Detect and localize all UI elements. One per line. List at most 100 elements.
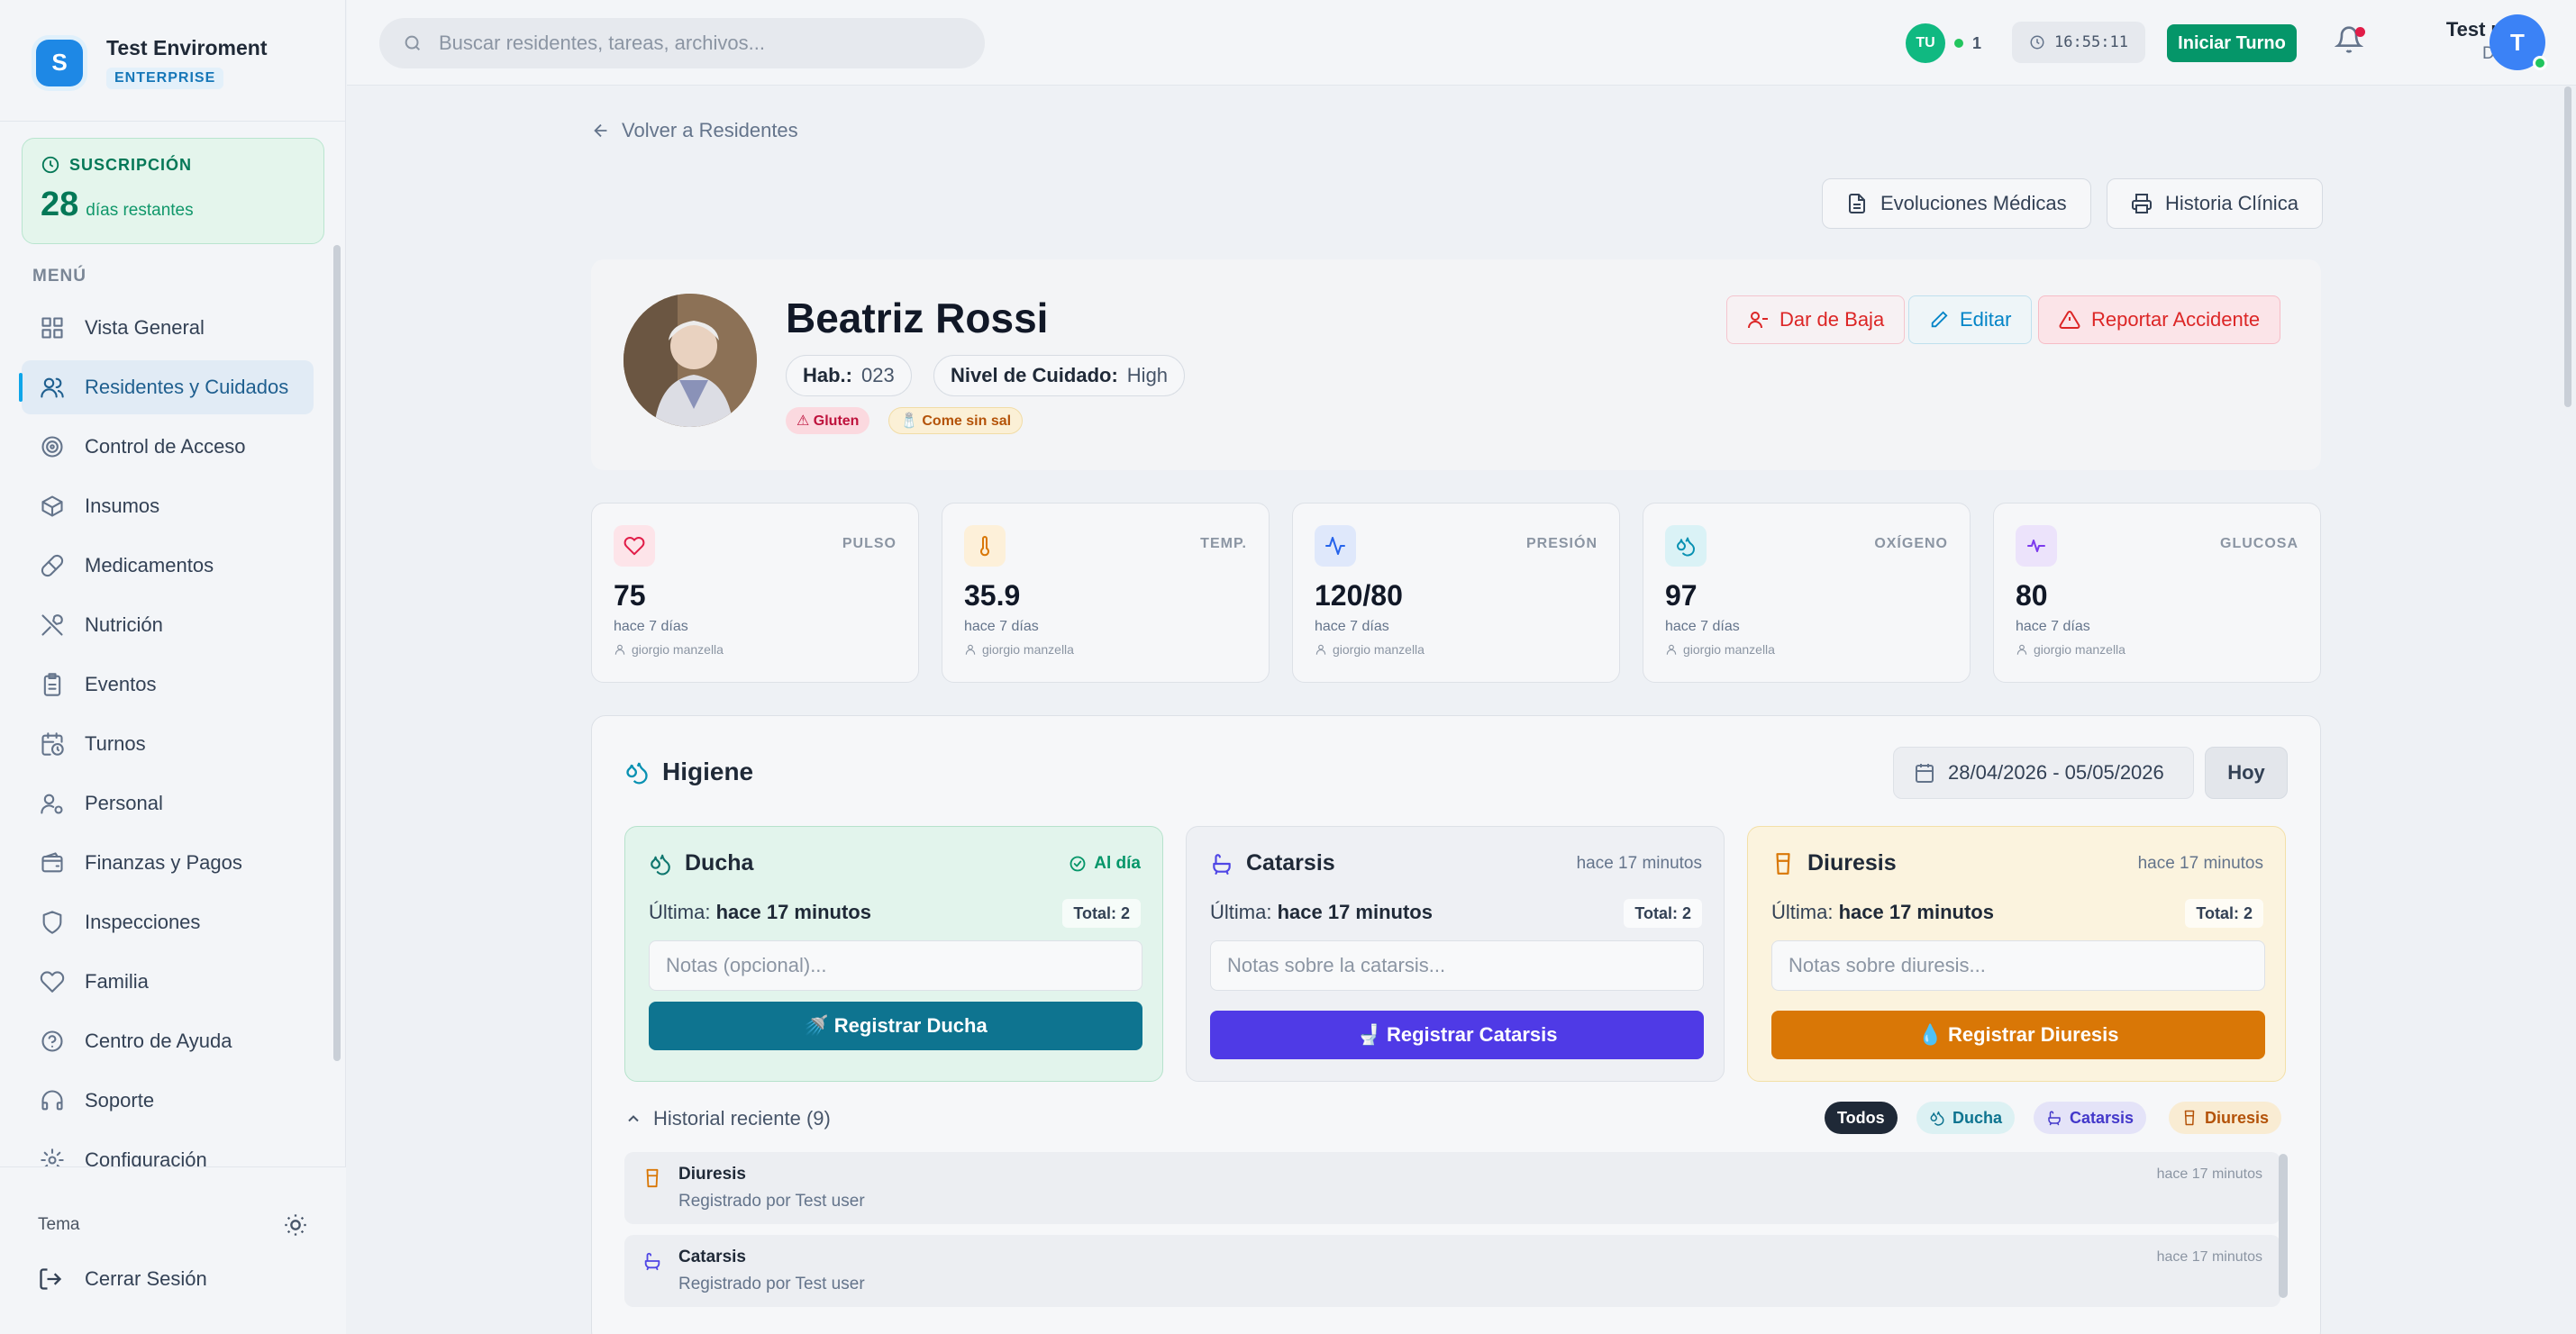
register-ducha-button[interactable]: 🚿 Registrar Ducha xyxy=(649,1002,1142,1050)
history-item-title: Catarsis xyxy=(678,1248,746,1266)
subscription-title: SUSCRIPCIÓN xyxy=(69,155,193,174)
filter-catarsis[interactable]: Catarsis xyxy=(2034,1102,2147,1134)
discharge-button[interactable]: Dar de Baja xyxy=(1726,295,1906,344)
search-input[interactable] xyxy=(439,32,943,55)
back-link[interactable]: Volver a Residentes xyxy=(591,119,798,142)
sun-icon[interactable] xyxy=(283,1212,308,1238)
main-scrollbar[interactable] xyxy=(2564,86,2571,407)
user-icon xyxy=(614,644,625,655)
sidebar-item-familia[interactable]: Familia xyxy=(22,955,314,1009)
printer-icon xyxy=(2132,194,2152,213)
vital-card-presión[interactable]: PRESIÓN 120/80 hace 7 días giorgio manzella xyxy=(1292,503,1620,683)
search-bar[interactable] xyxy=(379,18,985,68)
sidebar-item-vista-general[interactable]: Vista General xyxy=(22,301,314,355)
medical-evolutions-label: Evoluciones Médicas xyxy=(1880,192,2067,214)
sidebar-item-label: Finanzas y Pagos xyxy=(85,851,242,874)
logout-button[interactable]: Cerrar Sesión xyxy=(38,1266,207,1292)
filter-diuresis[interactable]: Diuresis xyxy=(2169,1102,2282,1134)
vital-value: 75 xyxy=(614,579,646,612)
sidebar-divider xyxy=(0,121,346,122)
history-item-time: hace 17 minutos xyxy=(2156,1166,2262,1182)
headset-icon xyxy=(41,1090,63,1111)
vital-user: giorgio manzella xyxy=(964,642,1074,657)
hygiene-card-ducha: Ducha Al día Última: hace 17 minutos Total:… xyxy=(624,826,1163,1082)
sidebar-item-nutricion[interactable]: Nutrición xyxy=(22,598,314,652)
topbar: TU 1 16:55:11 Iniciar Turno Test user Du… xyxy=(347,0,2576,86)
avatar[interactable]: T xyxy=(2490,14,2547,70)
notes-input[interactable] xyxy=(1210,940,1704,991)
sidebar-item-soporte[interactable]: Soporte xyxy=(22,1074,314,1128)
sidebar-item-insumos[interactable]: Insumos xyxy=(22,479,314,533)
hygiene-card-title: Diuresis xyxy=(1771,850,1897,876)
vital-user: giorgio manzella xyxy=(1315,642,1425,657)
vital-card-oxígeno[interactable]: OXÍGENO 97 hace 7 días giorgio manzella xyxy=(1643,503,1971,683)
hygiene-card-title: Catarsis xyxy=(1210,850,1335,876)
sidebar-item-control-de-acceso[interactable]: Control de Acceso xyxy=(22,420,314,474)
resident-name: Beatriz Rossi xyxy=(786,295,1049,341)
sidebar-item-residentes-y-cuidados[interactable]: Residentes y Cuidados xyxy=(19,360,314,414)
vital-icon-wrap xyxy=(1315,525,1356,567)
care-level-value: High xyxy=(1126,364,1169,386)
online-users[interactable]: TU 1 xyxy=(1906,23,1981,63)
vital-card-temp[interactable]: TEMP. 35.9 hace 7 días giorgio manzella xyxy=(942,503,1270,683)
shield-icon xyxy=(42,911,62,934)
sidebar-scrollbar[interactable] xyxy=(333,245,341,1061)
sidebar-item-inspecciones[interactable]: Inspecciones xyxy=(22,895,314,949)
list-item[interactable]: Catarsis Registrado por Test user hace 17 … xyxy=(624,1235,2280,1307)
sidebar-item-centro-de-ayuda[interactable]: Centro de Ayuda xyxy=(22,1014,314,1068)
history-toggle[interactable]: Historial reciente (9) xyxy=(624,1107,831,1130)
pencil-icon xyxy=(1931,311,1948,328)
sidebar-item-turnos[interactable]: Turnos xyxy=(22,717,314,771)
hygiene-card-diuresis: Diuresis hace 17 minutos Última: hace 17 m… xyxy=(1747,826,2286,1082)
list-item[interactable]: Diuresis Registrado por Test user hace 17 … xyxy=(624,1152,2280,1224)
history-item-title: Diuresis xyxy=(678,1165,746,1184)
droplets-icon xyxy=(651,854,670,875)
start-shift-button[interactable]: Iniciar Turno xyxy=(2167,24,2297,62)
sidebar-item-medicamentos[interactable]: Medicamentos xyxy=(22,539,314,593)
vital-icon-wrap xyxy=(1665,525,1707,567)
vital-user-name: giorgio manzella xyxy=(1683,642,1775,657)
last-label: Última: xyxy=(1771,901,1834,923)
vital-card-glucosa[interactable]: GLUCOSA 80 hace 7 días giorgio manzella xyxy=(1993,503,2321,683)
vital-card-pulso[interactable]: PULSO 75 hace 7 días giorgio manzella xyxy=(591,503,919,683)
history-scrollbar[interactable] xyxy=(2279,1154,2288,1298)
clock-icon xyxy=(41,156,59,174)
subscription-card: SUSCRIPCIÓN 28 días restantes xyxy=(22,138,324,244)
last-value: hace 17 minutos xyxy=(1838,901,1994,923)
sidebar-item-personal[interactable]: Personal xyxy=(22,776,314,830)
filter-todos[interactable]: Todos xyxy=(1825,1102,1898,1134)
sidebar-item-finanzas-y-pagos[interactable]: Finanzas y Pagos xyxy=(22,836,314,890)
room-label: Hab.: xyxy=(803,364,852,386)
sidebar-item-eventos[interactable]: Eventos xyxy=(22,658,314,712)
register-diuresis-button[interactable]: 💧 Registrar Diuresis xyxy=(1771,1011,2265,1059)
edit-button[interactable]: Editar xyxy=(1908,295,2033,344)
today-button[interactable]: Hoy xyxy=(2205,747,2288,799)
report-accident-button[interactable]: Reportar Accidente xyxy=(2038,295,2281,344)
calendar-icon xyxy=(1916,764,1934,783)
notification-dot xyxy=(2355,27,2365,37)
vital-label: PRESIÓN xyxy=(1525,536,1597,551)
clinical-history-button[interactable]: Historia Clínica xyxy=(2107,178,2323,229)
filter-ducha[interactable]: Ducha xyxy=(1916,1102,2016,1134)
status-dot xyxy=(2533,56,2547,70)
vital-icon-wrap xyxy=(614,525,655,567)
brand[interactable]: S Test Enviroment ENTERPRISE xyxy=(36,36,268,89)
register-catarsis-button[interactable]: 🚽 Registrar Catarsis xyxy=(1210,1011,1704,1059)
date-range-picker[interactable]: 28/04/2026 - 05/05/2026 xyxy=(1893,747,2194,799)
users-icon xyxy=(41,377,64,398)
notes-input[interactable] xyxy=(1771,940,2265,991)
activity-icon xyxy=(1325,537,1345,555)
medical-evolutions-button[interactable]: Evoluciones Médicas xyxy=(1822,178,2091,229)
user-icon xyxy=(1315,644,1326,655)
help-circle-icon xyxy=(41,1030,63,1052)
plan-badge: ENTERPRISE xyxy=(106,68,224,89)
sidebar-item-label: Vista General xyxy=(85,316,205,339)
user-minus-icon xyxy=(1748,312,1768,329)
vital-time: hace 7 días xyxy=(1315,619,1389,634)
pulse-icon xyxy=(2027,540,2045,552)
cup-icon xyxy=(1776,852,1790,875)
notifications-button[interactable] xyxy=(2335,25,2367,58)
check-circle-icon xyxy=(1070,856,1086,872)
notes-input[interactable] xyxy=(649,940,1142,991)
thermometer-icon xyxy=(980,536,989,557)
